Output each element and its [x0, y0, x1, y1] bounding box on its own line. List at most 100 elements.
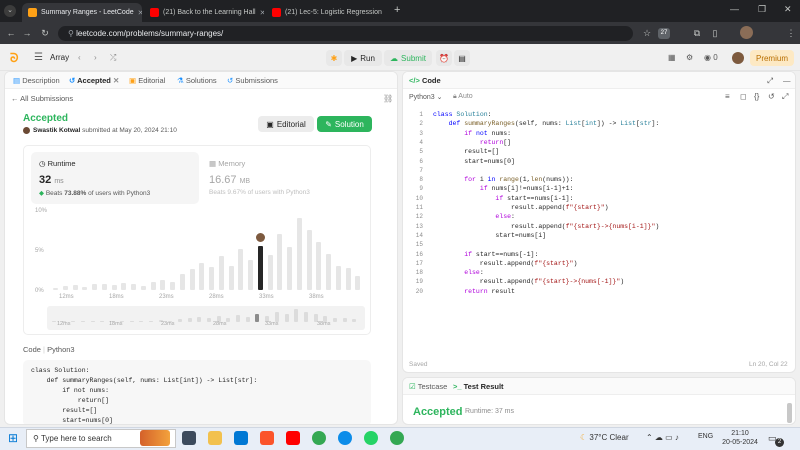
all-submissions-link[interactable]: ← All Submissions	[11, 94, 73, 103]
shuffle-icon[interactable]: ⤮	[110, 51, 116, 65]
maximize-window-icon[interactable]: ❐	[758, 4, 766, 15]
timer-button[interactable]: ⏰	[436, 50, 452, 66]
distribution-bar[interactable]	[53, 287, 58, 290]
user-avatar[interactable]	[732, 52, 744, 64]
premium-button[interactable]: Premium	[750, 50, 794, 66]
new-tab-button[interactable]: +	[394, 4, 400, 16]
chrome-menu-icon[interactable]: ⋮	[784, 26, 798, 40]
distribution-bar[interactable]	[326, 254, 331, 290]
settings-gear-icon[interactable]: ⚙	[686, 51, 693, 65]
distribution-bar[interactable]	[150, 282, 156, 290]
extensions-icon[interactable]: ⧉	[690, 26, 704, 40]
next-problem-icon[interactable]: ›	[94, 51, 97, 65]
editorial-button[interactable]: ▣ Editorial	[258, 116, 314, 132]
browser-tab-leetcode[interactable]: Summary Ranges - LeetCode ✕	[22, 3, 142, 22]
sidebar-icon[interactable]: ▯	[708, 26, 722, 40]
close-tab-icon[interactable]: ✕	[113, 76, 119, 85]
distribution-bar[interactable]	[160, 280, 166, 290]
clock[interactable]: 21:10 20-05-2024	[720, 429, 760, 447]
distribution-bar[interactable]	[296, 218, 302, 290]
notes-button[interactable]: ▤	[454, 50, 470, 66]
submit-button[interactable]: ☁ Submit	[384, 50, 432, 66]
expand-icon[interactable]: ⤢	[782, 92, 788, 102]
format-icon[interactable]: ≡	[725, 92, 730, 101]
author-name[interactable]: Swastik Kotwal	[33, 127, 80, 134]
distribution-bar[interactable]	[345, 267, 351, 290]
scrollbar[interactable]	[787, 403, 792, 423]
run-button[interactable]: ▶ Run	[344, 50, 382, 66]
language-select[interactable]: Python3 ⌄	[409, 93, 443, 101]
maximize-icon[interactable]: ⤢	[767, 76, 773, 86]
brave-browser-icon[interactable]	[260, 431, 274, 445]
distribution-bar[interactable]	[140, 286, 146, 290]
youtube-app-icon[interactable]	[286, 431, 300, 445]
tab-submissions[interactable]: ↺ Submissions	[227, 76, 278, 85]
distribution-bar[interactable]	[131, 283, 136, 290]
distribution-bar[interactable]	[316, 242, 322, 290]
distribution-bar[interactable]	[82, 286, 88, 290]
mail-icon[interactable]	[234, 431, 248, 445]
distribution-bar[interactable]	[287, 246, 292, 290]
problem-list-icon[interactable]: ☰	[34, 52, 43, 63]
solution-button[interactable]: ✎ Solution	[317, 116, 372, 132]
share-link-icon[interactable]: ⛓	[383, 94, 393, 103]
tab-accepted[interactable]: ↺ Accepted ✕	[69, 76, 119, 85]
distribution-bar[interactable]	[199, 262, 205, 290]
weather-widget[interactable]: ☾ 37°C Clear	[580, 433, 629, 442]
distribution-bar[interactable]	[228, 266, 234, 290]
debug-button[interactable]: ✱	[326, 50, 342, 66]
bookmark-icon[interactable]: ◻	[740, 92, 747, 101]
tab-test-result[interactable]: >_ Test Result	[453, 382, 504, 391]
prev-problem-icon[interactable]: ‹	[78, 51, 81, 65]
distribution-bar[interactable]	[92, 283, 97, 290]
distribution-bar[interactable]	[179, 274, 185, 290]
system-tray-icons[interactable]: ⌃ ☁ ▭ ♪	[646, 433, 679, 442]
close-tab-icon[interactable]: ✕	[138, 9, 142, 17]
tab-description[interactable]: ▤ Description	[13, 76, 60, 85]
distribution-bar[interactable]	[209, 266, 214, 290]
distribution-bar[interactable]	[121, 282, 127, 290]
bookmark-star-icon[interactable]: ☆	[640, 26, 654, 40]
layout-icon[interactable]: ▦	[668, 51, 676, 65]
task-view-icon[interactable]	[182, 431, 196, 445]
author-avatar[interactable]	[23, 127, 30, 134]
profile-avatar[interactable]	[740, 26, 753, 39]
site-info-icon[interactable]: ⚲	[68, 29, 76, 38]
tab-testcase[interactable]: ☑ Testcase	[409, 382, 447, 391]
tab-solutions[interactable]: ⚗ Solutions	[177, 76, 217, 85]
distribution-bar[interactable]	[335, 266, 341, 290]
distribution-bar[interactable]	[238, 249, 244, 290]
chrome-profile-icon[interactable]	[390, 431, 404, 445]
file-explorer-icon[interactable]	[208, 431, 222, 445]
whatsapp-icon[interactable]	[364, 431, 378, 445]
problem-list-label[interactable]: Array	[50, 51, 69, 65]
autocomplete-toggle[interactable]: 🔒︎ Auto	[453, 93, 473, 101]
tab-search-icon[interactable]: ⌄	[4, 5, 16, 17]
runtime-card[interactable]: ◷ Runtime 32 ms ◆ Beats 73.88% of users …	[31, 152, 199, 204]
browser-tab-youtube-1[interactable]: (21) Back to the Learning Hall ✕	[144, 3, 264, 22]
memory-card[interactable]: ▦ Memory 16.67 MB Beats 9.67% of users w…	[203, 152, 363, 204]
distribution-bar[interactable]	[62, 286, 68, 290]
forward-arrow-icon[interactable]: →	[20, 26, 34, 40]
braces-icon[interactable]: {}	[754, 92, 759, 101]
distribution-bar[interactable]	[72, 285, 78, 290]
coins-indicator[interactable]: ◉ 0	[704, 51, 718, 65]
distribution-bar[interactable]	[218, 256, 224, 290]
close-tab-icon[interactable]: ✕	[260, 9, 264, 17]
minimize-window-icon[interactable]: —	[730, 4, 739, 14]
range-selector[interactable]: 12ms 18ms 23ms 28ms 33ms 38ms	[47, 306, 365, 330]
code-editor[interactable]: 1 class Solution: 2 def summaryRanges(self…	[403, 110, 793, 300]
close-window-icon[interactable]: ✕	[784, 4, 792, 15]
windows-start-icon[interactable]: ⊞	[8, 431, 18, 445]
reload-icon[interactable]: ↻	[38, 26, 52, 40]
extension-badge[interactable]: 27	[658, 28, 670, 39]
distribution-bar[interactable]	[306, 230, 312, 290]
distribution-bar[interactable]	[277, 234, 283, 290]
url-field[interactable]: ⚲ leetcode.com/problems/summary-ranges/	[58, 26, 633, 41]
leetcode-logo[interactable]: ᘐ	[10, 51, 22, 65]
distribution-bar[interactable]	[101, 284, 107, 290]
distribution-bar[interactable]	[257, 246, 263, 290]
chrome-icon[interactable]	[312, 431, 326, 445]
distribution-bar[interactable]	[267, 254, 273, 290]
edge-icon[interactable]	[338, 431, 352, 445]
